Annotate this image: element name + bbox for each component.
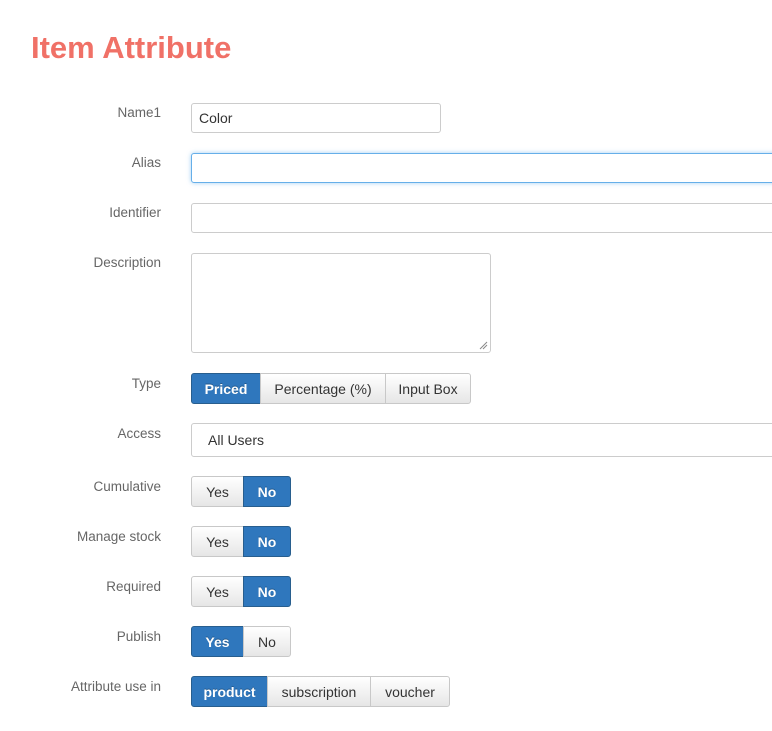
use-in-product-button[interactable]: product [191, 676, 268, 707]
type-option-input-box[interactable]: Input Box [385, 373, 471, 404]
resize-grip-icon[interactable] [479, 341, 488, 350]
cumulative-label: Cumulative [93, 479, 161, 494]
manage-stock-toggle: Yes No [191, 526, 291, 557]
description-textarea[interactable] [191, 253, 491, 353]
name1-input[interactable]: Color [191, 103, 441, 133]
required-toggle: Yes No [191, 576, 291, 607]
cumulative-yes-button[interactable]: Yes [191, 476, 244, 507]
required-no-button[interactable]: No [243, 576, 291, 607]
use-in-subscription-button[interactable]: subscription [267, 676, 371, 707]
required-yes-button[interactable]: Yes [191, 576, 244, 607]
type-button-group: Priced Percentage (%) Input Box [191, 373, 471, 404]
use-in-voucher-button[interactable]: voucher [370, 676, 450, 707]
page-title: Item Attribute [31, 30, 232, 65]
attribute-use-in-label: Attribute use in [70, 679, 161, 694]
publish-label: Publish [116, 629, 161, 644]
identifier-label: Identifier [109, 205, 161, 220]
manage-stock-yes-button[interactable]: Yes [191, 526, 244, 557]
attribute-use-in-button-group: product subscription voucher [191, 676, 450, 707]
required-label: Required [106, 579, 161, 594]
publish-no-button[interactable]: No [243, 626, 291, 657]
cumulative-no-button[interactable]: No [243, 476, 291, 507]
type-label: Type [131, 376, 161, 391]
publish-yes-button[interactable]: Yes [191, 626, 244, 657]
identifier-input[interactable] [191, 203, 772, 233]
type-option-priced[interactable]: Priced [191, 373, 261, 404]
cumulative-toggle: Yes No [191, 476, 291, 507]
access-select[interactable]: All Users [191, 423, 772, 457]
publish-toggle: Yes No [191, 626, 291, 657]
name1-label: Name1 [117, 105, 161, 120]
access-label: Access [117, 426, 161, 441]
alias-label: Alias [131, 155, 161, 170]
description-label: Description [93, 255, 161, 270]
alias-input[interactable] [191, 153, 772, 183]
manage-stock-no-button[interactable]: No [243, 526, 291, 557]
type-option-percentage[interactable]: Percentage (%) [260, 373, 386, 404]
manage-stock-label: Manage stock [76, 529, 161, 544]
